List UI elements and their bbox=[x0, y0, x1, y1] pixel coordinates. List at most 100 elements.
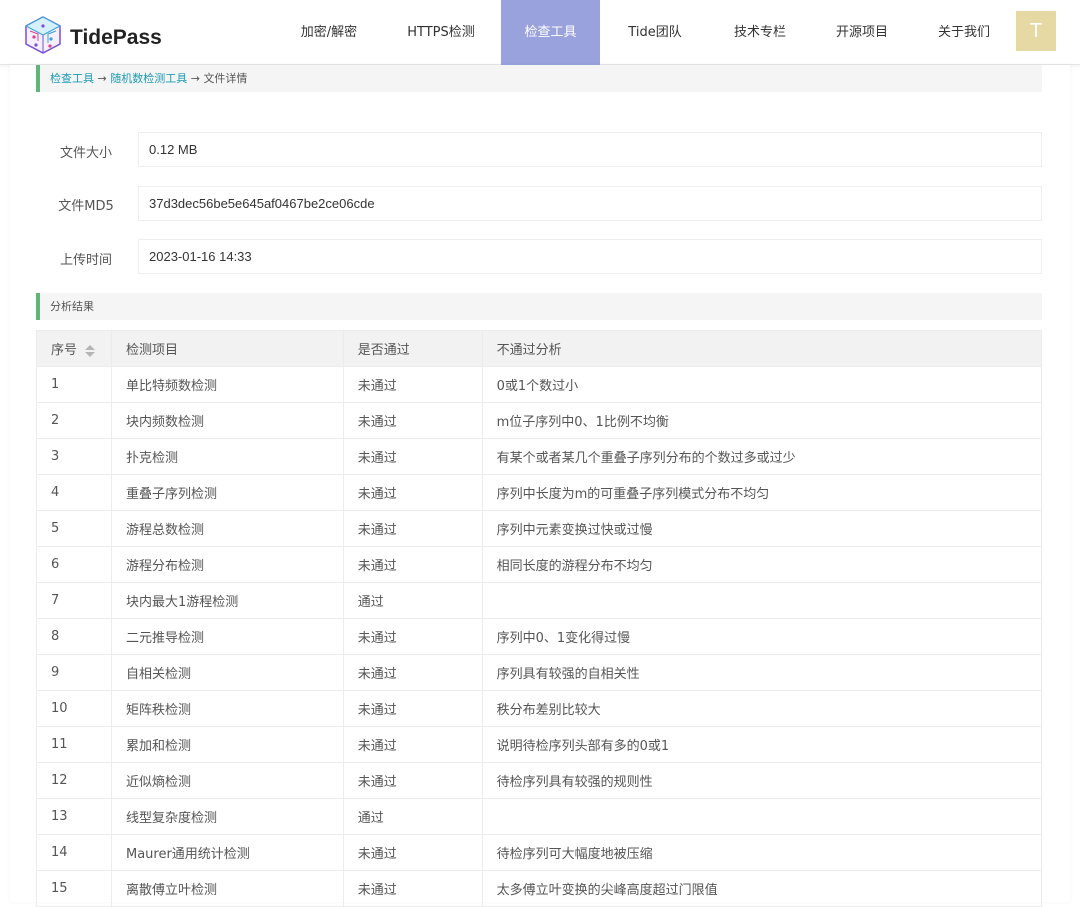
cell-passed: 未通过 bbox=[342, 618, 483, 655]
file-size-label: 文件大小 bbox=[59, 146, 112, 161]
cell-test-item: 游程分布检测 bbox=[110, 546, 344, 583]
nav-open-source[interactable]: 开源项目 bbox=[819, 0, 905, 65]
cell-failure-analysis: 序列中长度为m的可重叠子序列模式分布不均匀 bbox=[481, 474, 1043, 511]
cell-index: 3 bbox=[36, 438, 112, 475]
cell-index: 6 bbox=[36, 546, 112, 583]
breadcrumb-separator: → bbox=[94, 72, 111, 85]
cell-test-item: 重叠子序列检测 bbox=[110, 474, 344, 511]
analysis-section-title: 分析结果 bbox=[36, 293, 1042, 320]
cell-index: 13 bbox=[36, 798, 112, 835]
table-header-row: 序号 检测项目 是否通过 不通过分析 bbox=[36, 330, 1043, 367]
nav-tide-team[interactable]: Tide团队 bbox=[612, 0, 698, 65]
column-header-passed: 是否通过 bbox=[342, 330, 483, 367]
breadcrumb-separator: → bbox=[187, 72, 204, 85]
file-md5-label: 文件MD5 bbox=[58, 199, 114, 214]
cell-failure-analysis: 序列中元素变换过快或过慢 bbox=[481, 510, 1043, 547]
cell-passed: 未通过 bbox=[342, 402, 483, 439]
brand-name[interactable]: TidePass bbox=[70, 26, 162, 50]
cell-index: 8 bbox=[36, 618, 112, 655]
cell-failure-analysis: 待检序列具有较强的规则性 bbox=[481, 762, 1043, 799]
table-row: 8 二元推导检测 未通过 序列中0、1变化得过慢 bbox=[36, 618, 1043, 655]
file-size-field[interactable]: 0.12 MB bbox=[138, 132, 1042, 167]
cell-failure-analysis: 相同长度的游程分布不均匀 bbox=[481, 546, 1043, 583]
table-row: 10 矩阵秩检测 未通过 秩分布差别比较大 bbox=[36, 690, 1043, 727]
file-md5-field[interactable]: 37d3dec56be5e645af0467be2ce06cde bbox=[138, 186, 1042, 221]
breadcrumb-link-check-tools[interactable]: 检查工具 bbox=[50, 72, 94, 85]
cell-failure-analysis: 序列具有较强的自相关性 bbox=[481, 654, 1043, 691]
cell-index: 14 bbox=[36, 834, 112, 871]
cell-failure-analysis: 说明待检序列头部有多的0或1 bbox=[481, 726, 1043, 763]
main-content: 检查工具 → 随机数检测工具 → 文件详情 文件大小 0.12 MB 文件MD5… bbox=[10, 65, 1070, 907]
cell-test-item: Maurer通用统计检测 bbox=[110, 834, 344, 871]
cell-test-item: 游程总数检测 bbox=[110, 510, 344, 547]
cell-index: 10 bbox=[36, 690, 112, 727]
user-avatar[interactable]: T bbox=[1016, 11, 1056, 51]
top-navbar: TidePass 加密/解密 HTTPS检测 检查工具 Tide团队 技术专栏 … bbox=[0, 0, 1080, 65]
cell-passed: 未通过 bbox=[342, 834, 483, 871]
cell-failure-analysis: m位子序列中0、1比例不均衡 bbox=[481, 402, 1043, 439]
cell-index: 5 bbox=[36, 510, 112, 547]
cell-index: 7 bbox=[36, 582, 112, 619]
cell-failure-analysis: 序列中0、1变化得过慢 bbox=[481, 618, 1043, 655]
breadcrumb-current: 文件详情 bbox=[203, 72, 248, 85]
cell-test-item: 线型复杂度检测 bbox=[110, 798, 344, 835]
cell-test-item: 矩阵秩检测 bbox=[110, 690, 344, 727]
table-row: 7 块内最大1游程检测 通过 bbox=[36, 582, 1043, 619]
cell-passed: 未通过 bbox=[342, 726, 483, 763]
cell-test-item: 离散傅立叶检测 bbox=[110, 870, 344, 907]
nav-https-check[interactable]: HTTPS检测 bbox=[394, 0, 488, 65]
cell-passed: 未通过 bbox=[342, 654, 483, 691]
cell-passed: 未通过 bbox=[342, 366, 483, 403]
breadcrumb-link-rng-tool[interactable]: 随机数检测工具 bbox=[110, 72, 187, 85]
sort-icon[interactable] bbox=[85, 344, 96, 357]
cell-test-item: 扑克检测 bbox=[110, 438, 344, 475]
tidepass-logo-icon[interactable] bbox=[24, 15, 62, 55]
cell-failure-analysis: 待检序列可大幅度地被压缩 bbox=[481, 834, 1043, 871]
cell-index: 1 bbox=[36, 366, 112, 403]
cell-passed: 未通过 bbox=[342, 762, 483, 799]
upload-time-label: 上传时间 bbox=[59, 253, 112, 268]
cell-test-item: 累加和检测 bbox=[110, 726, 344, 763]
analysis-results-table: 序号 检测项目 是否通过 不通过分析 1 单比特频数检测 未通过 0或1个数过小 2 块内… bbox=[36, 330, 1043, 907]
cell-passed: 未通过 bbox=[342, 546, 483, 583]
column-header-index[interactable]: 序号 bbox=[36, 330, 112, 367]
cell-index: 15 bbox=[36, 870, 112, 907]
nav-encrypt-decrypt[interactable]: 加密/解密 bbox=[282, 0, 376, 65]
cell-passed: 未通过 bbox=[342, 510, 483, 547]
cell-passed: 未通过 bbox=[342, 690, 483, 727]
column-header-failure-analysis: 不通过分析 bbox=[481, 330, 1043, 367]
table-row: 2 块内频数检测 未通过 m位子序列中0、1比例不均衡 bbox=[36, 402, 1043, 439]
breadcrumb: 检查工具 → 随机数检测工具 → 文件详情 bbox=[36, 65, 1042, 92]
cell-passed: 未通过 bbox=[342, 474, 483, 511]
cell-failure-analysis: 秩分布差别比较大 bbox=[481, 690, 1043, 727]
upload-time-field[interactable]: 2023-01-16 14:33 bbox=[138, 239, 1042, 274]
cell-test-item: 近似熵检测 bbox=[110, 762, 344, 799]
cell-test-item: 块内频数检测 bbox=[110, 402, 344, 439]
cell-passed: 未通过 bbox=[342, 438, 483, 475]
table-row: 12 近似熵检测 未通过 待检序列具有较强的规则性 bbox=[36, 762, 1043, 799]
cell-passed: 通过 bbox=[342, 582, 483, 619]
table-row: 11 累加和检测 未通过 说明待检序列头部有多的0或1 bbox=[36, 726, 1043, 763]
table-row: 5 游程总数检测 未通过 序列中元素变换过快或过慢 bbox=[36, 510, 1043, 547]
table-row: 6 游程分布检测 未通过 相同长度的游程分布不均匀 bbox=[36, 546, 1043, 583]
cell-test-item: 块内最大1游程检测 bbox=[110, 582, 344, 619]
cell-test-item: 自相关检测 bbox=[110, 654, 344, 691]
cell-test-item: 二元推导检测 bbox=[110, 618, 344, 655]
nav-tech-column[interactable]: 技术专栏 bbox=[717, 0, 803, 65]
cell-index: 11 bbox=[36, 726, 112, 763]
cell-index: 9 bbox=[36, 654, 112, 691]
cell-passed: 通过 bbox=[342, 798, 483, 835]
column-header-label: 序号 bbox=[51, 343, 78, 358]
nav-check-tools[interactable]: 检查工具 bbox=[501, 0, 600, 65]
cell-passed: 未通过 bbox=[342, 870, 483, 907]
cell-test-item: 单比特频数检测 bbox=[110, 366, 344, 403]
table-row: 15 离散傅立叶检测 未通过 太多傅立叶变换的尖峰高度超过门限值 bbox=[36, 870, 1043, 907]
cell-failure-analysis bbox=[481, 798, 1043, 835]
cell-index: 4 bbox=[36, 474, 112, 511]
cell-failure-analysis: 0或1个数过小 bbox=[481, 366, 1043, 403]
cell-index: 2 bbox=[36, 402, 112, 439]
table-row: 1 单比特频数检测 未通过 0或1个数过小 bbox=[36, 366, 1043, 403]
cell-failure-analysis bbox=[481, 582, 1043, 619]
nav-about-us[interactable]: 关于我们 bbox=[921, 0, 1007, 65]
table-row: 4 重叠子序列检测 未通过 序列中长度为m的可重叠子序列模式分布不均匀 bbox=[36, 474, 1043, 511]
